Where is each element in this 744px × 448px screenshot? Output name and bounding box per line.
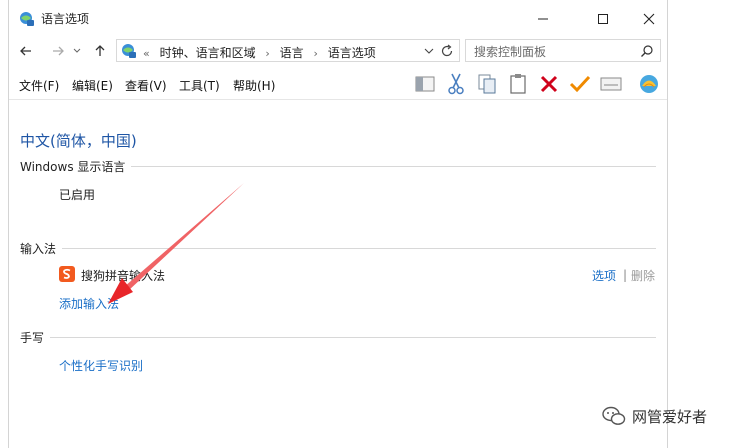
breadcrumb-overflow[interactable]: « xyxy=(143,47,150,60)
address-dropdown-icon[interactable] xyxy=(423,45,435,57)
shell-button[interactable] xyxy=(637,72,661,96)
copy-icon xyxy=(478,74,496,94)
add-input-method-link[interactable]: 添加输入法 xyxy=(59,295,119,312)
language-options-icon xyxy=(20,12,34,26)
handwriting-label: 手写 xyxy=(20,329,51,346)
check-icon xyxy=(569,75,591,93)
close-button[interactable] xyxy=(629,6,669,32)
cut-button[interactable] xyxy=(444,72,468,96)
paste-icon xyxy=(510,74,526,94)
back-arrow-icon xyxy=(20,46,31,56)
section-divider xyxy=(20,248,656,249)
recent-locations-button[interactable] xyxy=(71,42,83,60)
watermark: 网管爱好者 xyxy=(602,404,707,428)
up-arrow-icon xyxy=(95,45,105,56)
back-button[interactable] xyxy=(17,42,35,60)
search-box[interactable] xyxy=(465,39,661,62)
control-panel-icon xyxy=(122,44,136,58)
shell-icon xyxy=(640,75,658,93)
title-bar: 语言选项 xyxy=(9,0,667,36)
menu-tools[interactable]: 工具(T) xyxy=(179,77,220,94)
ime-remove-link[interactable]: 删除 xyxy=(631,267,655,284)
up-button[interactable] xyxy=(91,42,109,60)
apply-button[interactable] xyxy=(568,72,592,96)
search-input[interactable] xyxy=(472,42,636,61)
minimize-button[interactable] xyxy=(523,6,563,32)
delete-button[interactable] xyxy=(537,72,561,96)
window-title: 语言选项 xyxy=(41,12,90,26)
keyboard-button[interactable] xyxy=(599,72,623,96)
minimize-icon xyxy=(538,18,548,20)
menu-toolbar-row: 文件(F) 编辑(E) 查看(V) 工具(T) 帮助(H) xyxy=(9,70,667,98)
forward-arrow-icon xyxy=(53,46,64,56)
refresh-icon[interactable] xyxy=(439,43,455,59)
chevron-down-icon xyxy=(73,48,81,53)
ime-options-link[interactable]: 选项 xyxy=(592,267,616,284)
paste-button[interactable] xyxy=(506,72,530,96)
menu-view[interactable]: 查看(V) xyxy=(125,77,167,94)
close-icon xyxy=(643,13,655,25)
address-bar[interactable]: « 时钟、语言和区域 › 语言 › 语言选项 xyxy=(116,39,460,62)
maximize-icon xyxy=(598,14,608,24)
forward-button[interactable] xyxy=(49,42,67,60)
panel-icon xyxy=(415,76,435,92)
link-separator: | xyxy=(623,268,628,282)
personalize-handwriting-link[interactable]: 个性化手写识别 xyxy=(59,357,143,374)
menu-help[interactable]: 帮助(H) xyxy=(233,77,275,94)
input-method-label: 输入法 xyxy=(20,240,63,257)
language-title: 中文(简体，中国) xyxy=(20,132,137,150)
menu-file[interactable]: 文件(F) xyxy=(19,77,59,94)
sogou-ime-icon xyxy=(59,266,75,282)
wechat-icon xyxy=(602,406,626,425)
breadcrumb-language-options[interactable]: 语言选项 xyxy=(328,46,376,60)
display-language-label: Windows 显示语言 xyxy=(20,158,132,175)
panel-button[interactable] xyxy=(413,72,437,96)
menu-edit[interactable]: 编辑(E) xyxy=(72,77,113,94)
language-options-window: 语言选项 « 时钟、语言和区域 › 语言 › 语言选项 搜索控制面板 文件(F)… xyxy=(8,0,668,448)
watermark-text: 网管爱好者 xyxy=(632,407,708,426)
breadcrumb-language[interactable]: 语言 xyxy=(280,46,304,60)
maximize-button[interactable] xyxy=(583,6,623,32)
breadcrumb: « 时钟、语言和区域 › 语言 › 语言选项 xyxy=(143,44,382,61)
search-icon[interactable] xyxy=(640,44,654,58)
ime-name: 搜狗拼音输入法 xyxy=(81,269,166,283)
breadcrumb-separator[interactable]: › xyxy=(313,47,317,60)
cut-icon xyxy=(448,73,464,95)
keyboard-icon xyxy=(600,77,622,91)
copy-button[interactable] xyxy=(475,72,499,96)
section-divider xyxy=(20,337,656,338)
display-language-status: 已启用 xyxy=(59,188,96,202)
navigation-bar: « 时钟、语言和区域 › 语言 › 语言选项 xyxy=(9,38,667,64)
breadcrumb-clock-language-region[interactable]: 时钟、语言和区域 xyxy=(160,46,256,60)
toolbar-divider xyxy=(9,99,667,100)
delete-icon xyxy=(540,75,558,93)
breadcrumb-separator[interactable]: › xyxy=(265,47,269,60)
